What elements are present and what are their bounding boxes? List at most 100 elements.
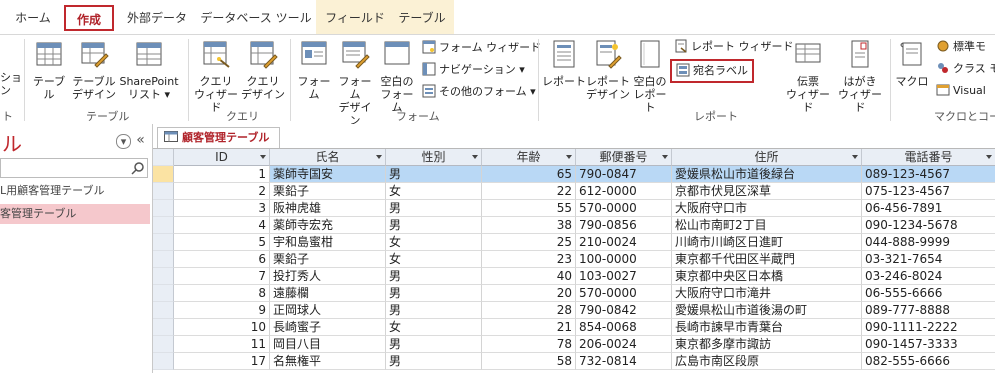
- cut-off-button-label[interactable]: ション: [0, 71, 22, 97]
- search-icon[interactable]: [131, 161, 145, 175]
- class-module-button[interactable]: クラス モ: [936, 59, 995, 79]
- column-header-age[interactable]: 年齢: [482, 149, 576, 166]
- column-header-name[interactable]: 氏名: [270, 149, 386, 166]
- table-button[interactable]: テーブル: [28, 39, 70, 101]
- cell-postal-code[interactable]: 206-0024: [576, 336, 672, 353]
- row-selector[interactable]: [153, 285, 174, 302]
- cell-age[interactable]: 28: [482, 302, 576, 319]
- row-selector[interactable]: [153, 251, 174, 268]
- slip-wizard-button[interactable]: 伝票 ウィザード: [782, 39, 834, 114]
- cell-address[interactable]: 京都市伏見区深草: [672, 183, 862, 200]
- table-row[interactable]: 10 長崎蜜子女 21 854-0068 長崎市諫早市青葉台 090-1111-2222: [153, 319, 995, 336]
- row-selector[interactable]: [153, 166, 174, 183]
- cell-postal-code[interactable]: 100-0000: [576, 251, 672, 268]
- cell-postal-code[interactable]: 732-0814: [576, 353, 672, 370]
- cell-postal-code[interactable]: 790-0847: [576, 166, 672, 183]
- cell-phone[interactable]: 089-777-8888: [862, 302, 995, 319]
- cell-address[interactable]: 大阪府守口市: [672, 200, 862, 217]
- cell-phone[interactable]: 075-123-4567: [862, 183, 995, 200]
- select-all-corner[interactable]: [153, 149, 174, 166]
- cell-gender[interactable]: 女: [386, 234, 482, 251]
- table-row[interactable]: 5 宇和島蜜柑女 25 210-0024 川崎市川崎区日進町 044-888-9999: [153, 234, 995, 251]
- cell-age[interactable]: 55: [482, 200, 576, 217]
- form-wizard-button[interactable]: フォーム ウィザード: [422, 38, 541, 58]
- cell-address[interactable]: 東京都千代田区半蔵門: [672, 251, 862, 268]
- cell-age[interactable]: 22: [482, 183, 576, 200]
- cell-phone[interactable]: 06-555-6666: [862, 285, 995, 302]
- other-forms-button[interactable]: その他のフォーム ▾: [422, 82, 536, 102]
- cell-age[interactable]: 25: [482, 234, 576, 251]
- nav-collapse-icon[interactable]: «: [134, 133, 147, 147]
- cell-phone[interactable]: 044-888-9999: [862, 234, 995, 251]
- cell-id[interactable]: 3: [174, 200, 270, 217]
- report-button[interactable]: レポート: [542, 39, 586, 88]
- cell-address[interactable]: 長崎市諫早市青葉台: [672, 319, 862, 336]
- row-selector[interactable]: [153, 353, 174, 370]
- cell-name[interactable]: 宇和島蜜柑: [270, 234, 386, 251]
- table-design-button[interactable]: テーブル デザイン: [72, 39, 116, 101]
- cell-name[interactable]: 遠藤欄: [270, 285, 386, 302]
- cell-phone[interactable]: 089-123-4567: [862, 166, 995, 183]
- cell-age[interactable]: 40: [482, 268, 576, 285]
- cell-id[interactable]: 7: [174, 268, 270, 285]
- cell-gender[interactable]: 男: [386, 166, 482, 183]
- form-design-button[interactable]: フォーム デザイン: [334, 39, 376, 127]
- label-button[interactable]: 宛名ラベル: [670, 59, 754, 83]
- sort-dropdown-icon[interactable]: [376, 155, 382, 159]
- cell-phone[interactable]: 090-1111-2222: [862, 319, 995, 336]
- report-design-button[interactable]: レポート デザイン: [586, 39, 630, 101]
- cell-id[interactable]: 4: [174, 217, 270, 234]
- cell-gender[interactable]: 女: [386, 319, 482, 336]
- column-header-postal-code[interactable]: 郵便番号: [576, 149, 672, 166]
- cell-postal-code[interactable]: 790-0856: [576, 217, 672, 234]
- cell-postal-code[interactable]: 612-0000: [576, 183, 672, 200]
- table-row[interactable]: 2 栗鉛子女 22 612-0000 京都市伏見区深草 075-123-4567: [153, 183, 995, 200]
- cell-age[interactable]: 23: [482, 251, 576, 268]
- table-row[interactable]: 9 正岡球人男 28 790-0842 愛媛県松山市道後湯の町 089-777-8888: [153, 302, 995, 319]
- cell-age[interactable]: 78: [482, 336, 576, 353]
- cell-address[interactable]: 愛媛県松山市道後湯の町: [672, 302, 862, 319]
- cell-address[interactable]: 大阪府守口市滝井: [672, 285, 862, 302]
- cell-postal-code[interactable]: 570-0000: [576, 200, 672, 217]
- cell-address[interactable]: 東京都多摩市諏訪: [672, 336, 862, 353]
- cell-id[interactable]: 2: [174, 183, 270, 200]
- table-row[interactable]: 11 岡目八目男 78 206-0024 東京都多摩市諏訪 090-1457-3333: [153, 336, 995, 353]
- cell-name[interactable]: 投打秀人: [270, 268, 386, 285]
- cell-phone[interactable]: 06-456-7891: [862, 200, 995, 217]
- cell-phone[interactable]: 03-246-8024: [862, 268, 995, 285]
- nav-item-table[interactable]: L用顧客管理テーブル: [0, 181, 150, 201]
- cell-address[interactable]: 松山市南町2丁目: [672, 217, 862, 234]
- cell-address[interactable]: 広島市南区段原: [672, 353, 862, 370]
- cell-name[interactable]: 栗鉛子: [270, 251, 386, 268]
- row-selector[interactable]: [153, 268, 174, 285]
- cell-gender[interactable]: 男: [386, 336, 482, 353]
- tab-home[interactable]: ホーム: [8, 5, 58, 31]
- cell-id[interactable]: 8: [174, 285, 270, 302]
- cell-name[interactable]: 名無権平: [270, 353, 386, 370]
- standard-module-button[interactable]: 標準モ: [936, 37, 986, 57]
- cell-name[interactable]: 薬師寺国安: [270, 166, 386, 183]
- cell-id[interactable]: 9: [174, 302, 270, 319]
- cell-phone[interactable]: 090-1234-5678: [862, 217, 995, 234]
- row-selector[interactable]: [153, 183, 174, 200]
- sort-dropdown-icon[interactable]: [986, 155, 992, 159]
- sort-dropdown-icon[interactable]: [852, 155, 858, 159]
- cell-postal-code[interactable]: 103-0027: [576, 268, 672, 285]
- row-selector[interactable]: [153, 302, 174, 319]
- row-selector[interactable]: [153, 200, 174, 217]
- sort-dropdown-icon[interactable]: [566, 155, 572, 159]
- column-header-gender[interactable]: 性別: [386, 149, 482, 166]
- nav-item-table-selected[interactable]: 客管理テーブル: [0, 204, 150, 224]
- cell-gender[interactable]: 男: [386, 217, 482, 234]
- cell-id[interactable]: 17: [174, 353, 270, 370]
- macro-button[interactable]: マクロ: [894, 39, 930, 88]
- cell-phone[interactable]: 090-1457-3333: [862, 336, 995, 353]
- cell-age[interactable]: 65: [482, 166, 576, 183]
- table-row[interactable]: 4 薬師寺宏充男 38 790-0856 松山市南町2丁目 090-1234-5678: [153, 217, 995, 234]
- cell-id[interactable]: 5: [174, 234, 270, 251]
- cell-phone[interactable]: 03-321-7654: [862, 251, 995, 268]
- cell-gender[interactable]: 男: [386, 200, 482, 217]
- cell-id[interactable]: 6: [174, 251, 270, 268]
- cell-gender[interactable]: 男: [386, 268, 482, 285]
- cell-age[interactable]: 20: [482, 285, 576, 302]
